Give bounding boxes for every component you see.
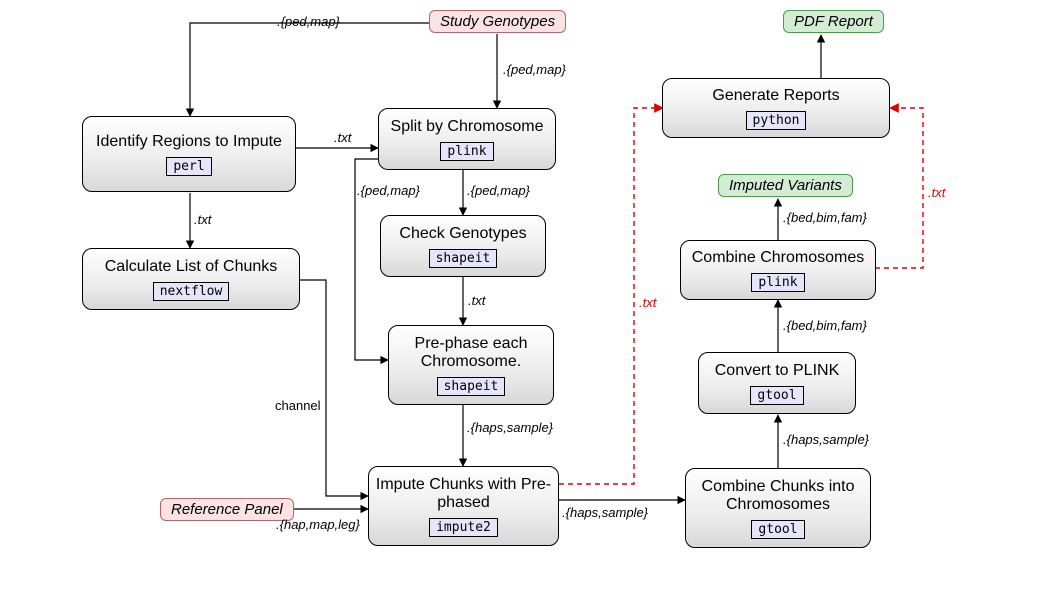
edge-label: .txt [194, 212, 211, 227]
node-identify: Identify Regions to Impute perl [82, 116, 296, 192]
node-calc-chunks: Calculate List of Chunks nextflow [82, 248, 300, 310]
node-impute-chunks: Impute Chunks with Pre-phased impute2 [368, 466, 559, 546]
node-prephase: Pre-phase each Chromosome. shapeit [388, 325, 554, 405]
edge-label: .{haps,sample} [562, 505, 648, 520]
tool-badge: nextflow [153, 282, 230, 301]
node-title: Generate Reports [712, 87, 839, 105]
edge-label: .txt [639, 295, 656, 310]
tool-badge: plink [440, 142, 493, 161]
node-check-geno: Check Genotypes shapeit [380, 215, 546, 277]
node-title: Check Genotypes [399, 225, 526, 243]
edge-label: .{ped,map} [467, 183, 530, 198]
io-study-genotypes: Study Genotypes [429, 10, 566, 33]
node-title: Impute Chunks with Pre-phased [373, 476, 554, 512]
edge-label: .{haps,sample} [783, 432, 869, 447]
node-title: Combine Chunks into Chromosomes [690, 478, 866, 514]
edge-label: .{bed,bim,fam} [783, 210, 867, 225]
edge-label: .{haps,sample} [467, 420, 553, 435]
tool-badge: shapeit [429, 249, 498, 268]
tool-badge: impute2 [429, 518, 498, 537]
diagram-canvas: Study Genotypes Reference Panel PDF Repo… [0, 0, 1041, 612]
tool-badge: shapeit [437, 377, 506, 396]
node-convert-plink: Convert to PLINK gtool [698, 352, 856, 414]
node-title: Combine Chromosomes [692, 249, 865, 267]
tool-badge: plink [751, 273, 804, 292]
node-combine-chrom: Combine Chromosomes plink [680, 240, 876, 300]
edge-label: .txt [928, 185, 945, 200]
node-title: Convert to PLINK [715, 362, 840, 380]
edge-label: .txt [468, 293, 485, 308]
node-title: Split by Chromosome [391, 118, 544, 136]
edge-label: .{bed,bim,fam} [783, 318, 867, 333]
out-pdf-report: PDF Report [783, 10, 884, 33]
edge-label: .{ped,map} [277, 14, 340, 29]
node-title: Pre-phase each Chromosome. [393, 335, 549, 371]
node-title: Identify Regions to Impute [96, 133, 282, 151]
tool-badge: perl [166, 157, 211, 176]
tool-badge: gtool [750, 386, 803, 405]
io-reference-panel: Reference Panel [160, 498, 294, 521]
edge-label: .{ped,map} [503, 62, 566, 77]
edge-label: .txt [334, 130, 351, 145]
tool-badge: gtool [751, 520, 804, 539]
edge-label: .{hap,map,leg} [276, 517, 360, 532]
tool-badge: python [746, 111, 807, 130]
edge-label: channel [275, 398, 321, 413]
node-gen-reports: Generate Reports python [662, 78, 890, 138]
edge-label: .{ped,map} [357, 183, 420, 198]
node-title: Calculate List of Chunks [105, 258, 278, 276]
node-combine-chunks: Combine Chunks into Chromosomes gtool [685, 468, 871, 548]
out-imputed-variants: Imputed Variants [718, 174, 853, 197]
node-split-chrom: Split by Chromosome plink [378, 108, 556, 170]
